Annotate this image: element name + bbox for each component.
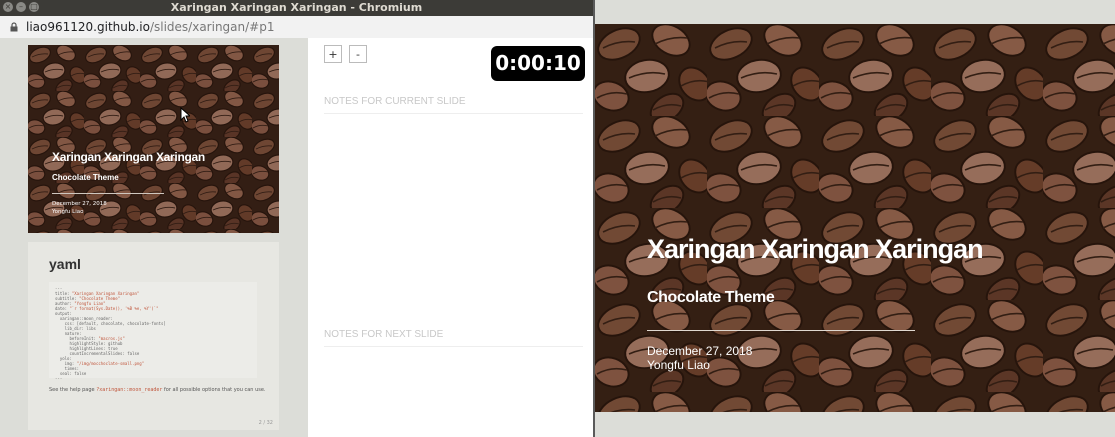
slide-title: Xaringan Xaringan Xaringan: [52, 150, 205, 164]
notes-current-divider: [324, 113, 583, 114]
browser-window: × – □ Xaringan Xaringan Xaringan - Chrom…: [0, 0, 593, 437]
notes-current-label: NOTES FOR CURRENT SLIDE: [324, 96, 466, 107]
code-key: ---: [55, 376, 63, 381]
help-text-after: for all possible options that you can us…: [162, 387, 266, 393]
help-code: ?xaringan::moon_reader: [96, 387, 163, 393]
next-slide-heading: yaml: [49, 256, 81, 272]
page-number: 2 / 32: [258, 420, 273, 426]
code-line: ---: [55, 376, 251, 381]
code-value: "`r format(Sys.Date(), '%B %e, %Y')`": [69, 306, 159, 311]
slide-subtitle: Chocolate Theme: [52, 173, 119, 182]
url-host: liao961120.github.io: [26, 20, 150, 34]
current-slide-preview[interactable]: Xaringan Xaringan Xaringan Chocolate The…: [28, 45, 279, 233]
window-title: Xaringan Xaringan Xaringan - Chromium: [170, 1, 423, 14]
notes-next-divider: [324, 346, 583, 347]
slide-previews: Xaringan Xaringan Xaringan Chocolate The…: [0, 38, 308, 437]
slide-meta-large: December 27, 2018 Yongfu Liao: [647, 344, 752, 372]
slide-meta: December 27, 2018 Yongfu Liao: [52, 200, 107, 216]
presentation-slide[interactable]: Xaringan Xaringan Xaringan Chocolate The…: [595, 24, 1115, 412]
code-value: "/img/mocchoclate-small.png": [76, 361, 145, 366]
slide-divider-large: [647, 330, 915, 331]
slide-divider: [52, 193, 164, 194]
presentation-timer[interactable]: 0:00:10: [491, 46, 585, 81]
presenter-notes-panel: + - 0:00:10 NOTES FOR CURRENT SLIDE NOTE…: [308, 38, 593, 437]
slide-subtitle-large: Chocolate Theme: [647, 289, 775, 306]
slide-date-large: December 27, 2018: [647, 344, 753, 358]
title-bar: × – □ Xaringan Xaringan Xaringan - Chrom…: [0, 0, 593, 16]
zoom-out-button[interactable]: -: [349, 45, 367, 63]
slide-date: December 27, 2018: [52, 201, 107, 207]
yaml-code-block: --- title: "Xaringan Xaringan Xaringan" su…: [49, 282, 257, 381]
slide-author-large: Yongfu Liao: [647, 358, 710, 372]
slide-title-large: Xaringan Xaringan Xaringan: [647, 234, 984, 264]
slide-author: Yongfu Liao: [52, 209, 84, 215]
url-text[interactable]: liao961120.github.io/slides/xaringan/#p1: [26, 16, 274, 38]
address-bar[interactable]: liao961120.github.io/slides/xaringan/#p1: [0, 16, 593, 39]
url-path: /slides/xaringan/#p1: [149, 20, 275, 34]
help-text: See the help page ?xaringan::moon_reader…: [49, 387, 266, 393]
help-text-before: See the help page: [49, 387, 97, 393]
zoom-in-button[interactable]: +: [324, 45, 342, 63]
next-slide-preview[interactable]: yaml --- title: "Xaringan Xaringan Xaring…: [28, 242, 279, 430]
notes-next-label: NOTES FOR NEXT SLIDE: [324, 329, 444, 340]
mouse-cursor-icon: [180, 107, 190, 123]
lock-icon: [10, 22, 18, 32]
